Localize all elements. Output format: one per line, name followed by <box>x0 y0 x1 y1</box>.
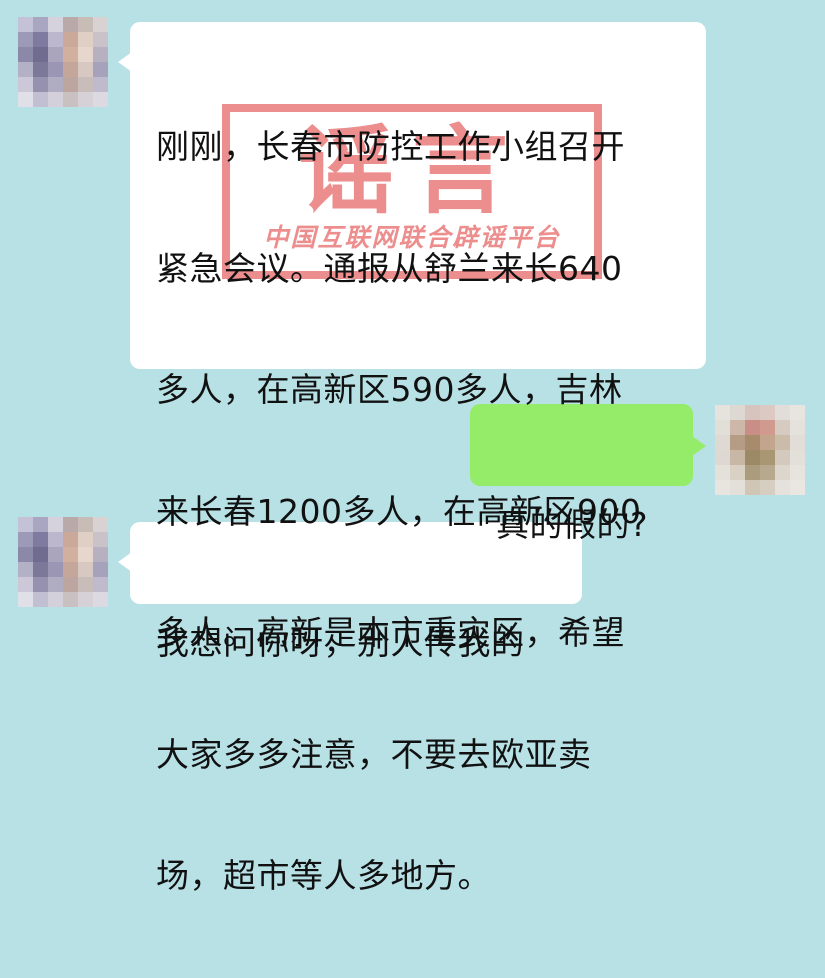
incoming-message-bubble[interactable]: 谣言 中国互联网联合辟谣平台 刚刚，长春市防控工作小组召开 紧急会议。通报从舒兰… <box>130 22 706 895</box>
message-text: 我想问你呀，别人传我的 <box>156 542 525 745</box>
self-avatar[interactable] <box>715 405 805 495</box>
message-line: 紧急会议。通报从舒兰来长640 <box>156 248 623 288</box>
message-line: 多人，在高新区590多人，吉林 <box>156 370 623 409</box>
bubble-tail <box>692 436 706 456</box>
message-line: 场，超市等人多地方。 <box>156 856 491 895</box>
contact-avatar[interactable] <box>18 517 108 607</box>
contact-avatar[interactable] <box>18 17 108 107</box>
message-line: 我想问你呀，别人传我的 <box>156 623 525 662</box>
message-line: 刚刚，长春市防控工作小组召开 <box>156 127 625 166</box>
message-line: 真的假的? <box>496 505 649 544</box>
